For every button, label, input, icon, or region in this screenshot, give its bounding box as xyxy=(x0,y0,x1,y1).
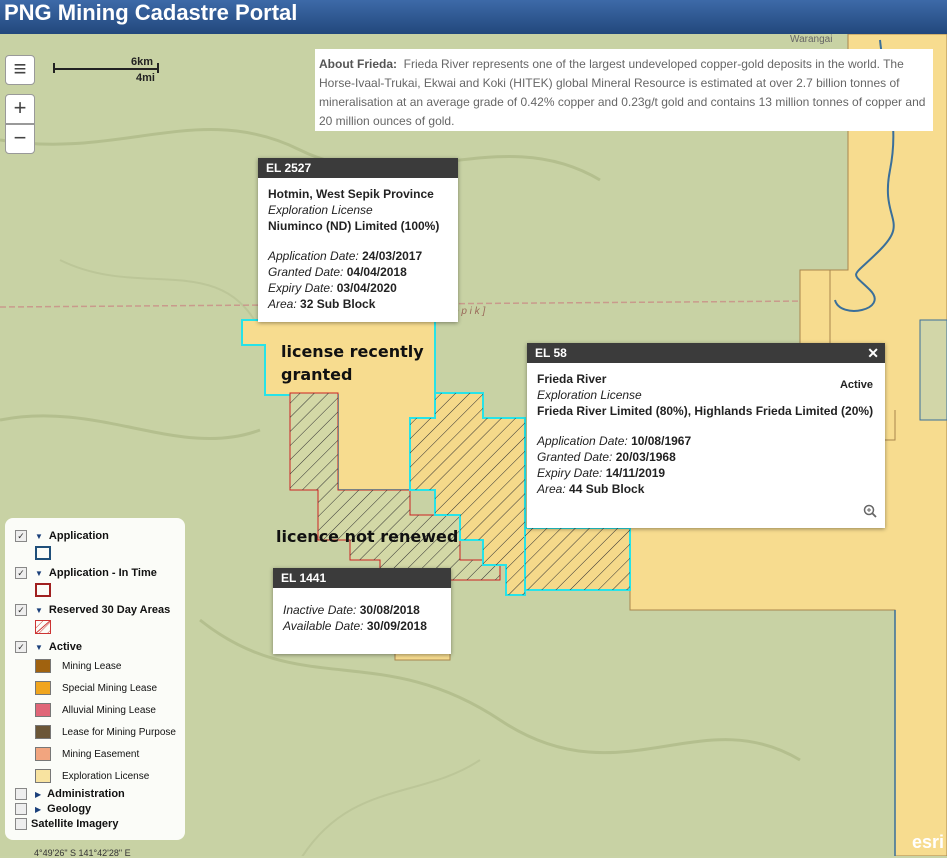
popup-type: Exploration License xyxy=(537,388,642,402)
available-date-label: Available Date: xyxy=(283,619,364,633)
scale-km: 6km xyxy=(131,56,154,68)
checkbox-checked[interactable]: ✓ xyxy=(15,641,27,654)
legend-item-label: Mining Easement xyxy=(62,749,140,760)
scale-bar: 6km 4mi xyxy=(53,56,163,86)
inactive-date-label: Inactive Date: xyxy=(283,603,357,617)
zoom-in-button[interactable]: + xyxy=(5,94,35,124)
legend-swatch xyxy=(35,681,51,695)
legend-item-label: Exploration License xyxy=(62,771,150,782)
available-date-value: 30/09/2018 xyxy=(366,619,427,633)
layer-application[interactable]: ✓ ▼ Application xyxy=(15,528,109,544)
app-date-label: Application Date: xyxy=(537,434,628,448)
status-badge: Active xyxy=(839,379,873,391)
expiry-date-value: 14/11/2019 xyxy=(605,466,666,480)
legend-swatch xyxy=(35,769,51,783)
inactive-date-value: 30/08/2018 xyxy=(359,603,420,617)
annotation-recent-line1: license recently xyxy=(281,342,424,361)
layer-active[interactable]: ✓ ▼ Active xyxy=(15,639,82,655)
popup-el58: EL 58 ✕ Active Frieda River Exploration … xyxy=(527,343,885,528)
granted-date-label: Granted Date: xyxy=(268,265,344,279)
popup-holder: Niuminco (ND) Limited (100%) xyxy=(268,219,440,233)
area-label: Area: xyxy=(537,482,566,496)
annotation-not-renewed: licence not renewed xyxy=(276,527,459,546)
place-label-warangai: Warangai xyxy=(790,34,833,45)
scale-mi: 4mi xyxy=(136,72,155,84)
popup-type: Exploration License xyxy=(268,203,373,217)
menu-icon: ≡ xyxy=(13,56,27,81)
layer-application-in-time[interactable]: ✓ ▼ Application - In Time xyxy=(15,565,157,581)
checkbox-checked[interactable]: ✓ xyxy=(15,530,27,543)
popup-location: Hotmin, West Sepik Province xyxy=(268,187,434,201)
esri-logo: esri xyxy=(911,832,945,852)
popup-holder: Frieda River Limited (80%), Highlands Fr… xyxy=(537,404,874,418)
checkbox-unchecked[interactable] xyxy=(15,788,27,801)
caret-down-icon[interactable]: ▼ xyxy=(35,603,43,619)
popup-title: EL 58 xyxy=(535,346,567,360)
area-value: 44 Sub Block xyxy=(569,482,645,496)
caret-down-icon[interactable]: ▼ xyxy=(35,640,43,656)
expiry-date-label: Expiry Date: xyxy=(268,281,334,295)
checkbox-unchecked[interactable] xyxy=(15,818,27,831)
popup-title: EL 1441 xyxy=(273,568,451,588)
legend-item-label: Alluvial Mining Lease xyxy=(62,705,156,716)
expiry-date-value: 03/04/2020 xyxy=(336,281,397,295)
checkbox-checked[interactable]: ✓ xyxy=(15,567,27,580)
app-title: PNG Mining Cadastre Portal xyxy=(0,0,947,34)
close-icon[interactable]: ✕ xyxy=(867,343,879,363)
layer-administration[interactable]: ▶ Administration xyxy=(15,786,125,802)
reserved-swatch xyxy=(35,620,51,634)
coordinates-readout: 4°49'26" S 141°42'28" E xyxy=(34,848,131,858)
popup-name: Frieda River xyxy=(537,372,607,386)
about-panel: About Frieda: Frieda River represents on… xyxy=(315,49,933,131)
layer-reserved[interactable]: ✓ ▼ Reserved 30 Day Areas xyxy=(15,602,170,618)
app-date-value: 10/08/1967 xyxy=(631,434,692,448)
about-label: About Frieda: xyxy=(319,57,397,71)
popup-el2527: EL 2527 Hotmin, West Sepik Province Expl… xyxy=(258,158,458,322)
zoom-to-icon[interactable] xyxy=(863,504,877,518)
legend-swatch xyxy=(35,659,51,673)
zoom-out-button[interactable]: − xyxy=(5,124,35,154)
legend-item-label: Mining Lease xyxy=(62,661,122,672)
legend-swatch xyxy=(35,725,51,739)
legend-item-label: Lease for Mining Purpose xyxy=(62,727,176,738)
app-date-label: Application Date: xyxy=(268,249,359,263)
legend-swatch xyxy=(35,747,51,761)
checkbox-unchecked[interactable] xyxy=(15,803,27,816)
area-label: Area: xyxy=(268,297,297,311)
annotation-recent-line2: granted xyxy=(281,365,353,384)
popup-el1441: EL 1441 Inactive Date: 30/08/2018 Availa… xyxy=(273,568,451,654)
area-value: 32 Sub Block xyxy=(300,297,376,311)
layer-satellite[interactable]: Satellite Imagery xyxy=(15,816,118,832)
legend-swatch xyxy=(35,703,51,717)
caret-down-icon[interactable]: ▼ xyxy=(35,529,43,545)
menu-button[interactable]: ≡ xyxy=(5,55,35,85)
about-text: Frieda River represents one of the large… xyxy=(319,57,926,128)
annotation-recently-granted: license recently granted xyxy=(281,340,424,386)
legend-item-label: Special Mining Lease xyxy=(62,683,158,694)
application-swatch xyxy=(35,546,51,560)
legend-panel: ✓ ▼ Application ✓ ▼ Application - In Time ✓ ▼… xyxy=(5,518,185,840)
granted-date-value: 20/03/1968 xyxy=(615,450,676,464)
application-in-time-swatch xyxy=(35,583,51,597)
expiry-date-label: Expiry Date: xyxy=(537,466,603,480)
granted-date-value: 04/04/2018 xyxy=(346,265,407,279)
granted-date-label: Granted Date: xyxy=(537,450,613,464)
caret-down-icon[interactable]: ▼ xyxy=(35,566,43,582)
app-date-value: 24/03/2017 xyxy=(362,249,423,263)
layer-geology[interactable]: ▶ Geology xyxy=(15,801,91,817)
checkbox-checked[interactable]: ✓ xyxy=(15,604,27,617)
popup-title: EL 2527 xyxy=(258,158,458,178)
